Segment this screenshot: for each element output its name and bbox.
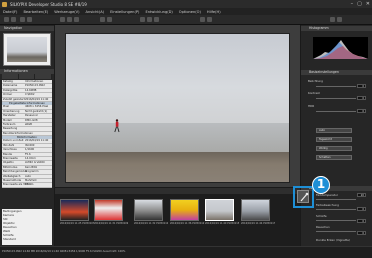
thumbnail-caption: 2016/04/19 11:25 P1050107.RW2	[60, 222, 94, 225]
info-tabs	[2, 74, 53, 79]
maximize-button[interactable]: ▢	[357, 1, 362, 7]
open-icon[interactable]	[4, 17, 9, 22]
slider-value[interactable]: 0	[357, 219, 366, 223]
menu-develop[interactable]: Entwicklung(D)	[145, 10, 172, 14]
thumbnail-selected[interactable]	[205, 199, 234, 221]
slider-label: Farbabweichung	[316, 203, 339, 207]
list-item[interactable]: Standard	[2, 237, 52, 241]
menu-view[interactable]: Ansicht(A)	[86, 10, 105, 14]
single-view-icon[interactable]	[60, 17, 65, 22]
grid-view-icon[interactable]	[67, 17, 72, 22]
thumbnail-caption: 2016/04/19 11:32 P1050110.RW2	[134, 222, 168, 225]
hdr-label: HDR	[308, 104, 315, 108]
info-table: Katalog Informationen Dateiname P1050115.R…	[2, 80, 52, 188]
menu-settings[interactable]: Einstellungen(P)	[110, 10, 139, 14]
slider[interactable]	[316, 231, 356, 232]
status-bar: P1050115.RW2 14.60 MB 2016/04/19 11:40 4…	[0, 246, 372, 258]
slider-value[interactable]: 0	[357, 231, 366, 235]
compare-view-icon[interactable]	[74, 17, 79, 22]
slider-value[interactable]: 0	[357, 207, 366, 211]
thumbnail-caption: 2016/04/19 11:44 P1050117.RW2	[241, 222, 275, 225]
minimize-button[interactable]: –	[351, 1, 354, 7]
parameter-list: Bedingungen Kamera Stil Objektiv Rausche…	[2, 209, 52, 245]
rotate-right-icon[interactable]	[107, 17, 112, 22]
exposure-label: Belichtung	[308, 79, 323, 83]
navigator-thumbnail[interactable]	[3, 33, 51, 66]
thumbnail[interactable]	[170, 199, 199, 221]
export-icon[interactable]	[207, 17, 212, 22]
redo-icon[interactable]	[27, 17, 32, 22]
panel-toggle-icon[interactable]	[330, 17, 335, 22]
navigator-header[interactable]: Navigation	[0, 26, 54, 31]
menu-edit[interactable]: Bearbeiten(E)	[23, 10, 48, 14]
rotate-left-icon[interactable]	[100, 17, 105, 22]
thumbnail[interactable]	[134, 199, 163, 221]
tab-info-2[interactable]	[18, 74, 36, 79]
slider[interactable]	[316, 209, 356, 210]
menu-bar: Datei(F) Bearbeiten(E) Werkzeuge(V) Ansi…	[0, 8, 372, 15]
vignette-checkbox[interactable]: Dunkle Ecken (Vignette)	[316, 238, 350, 242]
slider[interactable]	[316, 199, 356, 200]
menu-options[interactable]: Optionen(O)	[179, 10, 201, 14]
toolbar	[0, 15, 372, 25]
contrast-value[interactable]: 0	[357, 96, 366, 100]
save-icon[interactable]	[11, 17, 16, 22]
preset-button-cloudy[interactable]: Wolkig	[316, 146, 352, 151]
menu-file[interactable]: Datei(F)	[3, 10, 17, 14]
preset-button-shade[interactable]: Schatten	[316, 155, 352, 160]
tab-info-3[interactable]	[35, 74, 53, 79]
thumbnail-caption: 2016/04/19 11:36 P1050112.RW2	[170, 222, 204, 225]
contrast-slider[interactable]	[316, 98, 356, 99]
tab-info-1[interactable]	[2, 74, 19, 79]
slider-value[interactable]: 20	[357, 193, 366, 197]
eyedropper-button[interactable]	[297, 190, 309, 203]
contrast-label: Kontrast	[308, 91, 320, 95]
menu-help[interactable]: Hilfe(H)	[207, 10, 221, 14]
thumbnail[interactable]	[60, 199, 89, 221]
status-text: P1050115.RW2 14.60 MB 2016/04/19 11:40 4…	[2, 250, 126, 253]
thumbnail-caption: 2016/04/19 11:40 P1050115.RW2	[205, 222, 239, 225]
exposure-slider[interactable]	[316, 86, 356, 87]
develop-icon[interactable]	[200, 17, 205, 22]
thumbnail[interactable]	[241, 199, 270, 221]
hdr-value[interactable]: 0	[357, 109, 366, 113]
table-row: Brennweite als 35mm 28mm	[2, 183, 52, 188]
slider-label: Schärfe	[316, 214, 327, 218]
zoom-icon[interactable]	[140, 17, 145, 22]
title-bar: SILKYPIX Developer Studio 8 SE #8/19 – ▢…	[0, 0, 372, 8]
straighten-icon[interactable]	[154, 17, 159, 22]
crop-icon[interactable]	[147, 17, 152, 22]
preset-button-daylight[interactable]: Tageslicht	[316, 137, 352, 142]
histogram-header[interactable]: Histogramm	[301, 26, 372, 31]
hdr-slider[interactable]	[316, 111, 356, 112]
person-figure	[114, 119, 120, 133]
slider-label: Rauschen	[316, 225, 330, 229]
histogram	[313, 37, 368, 59]
exposure-value[interactable]: 0	[357, 84, 366, 88]
thumbnail[interactable]	[94, 199, 123, 221]
thumbnail-caption: 2016/04/19 11:31 P1050109.RW2	[94, 222, 128, 225]
fullscreen-icon[interactable]	[337, 17, 342, 22]
slider[interactable]	[316, 220, 356, 221]
callout-number: 1	[312, 176, 330, 194]
undo-icon[interactable]	[20, 17, 25, 22]
preset-button-auto[interactable]: Auto	[316, 128, 352, 133]
basic-settings-header[interactable]: Basiseinstellungen	[301, 70, 372, 75]
app-icon	[2, 1, 7, 7]
close-button[interactable]: ✕	[366, 1, 370, 7]
main-photo[interactable]	[65, 33, 290, 183]
window-title: SILKYPIX Developer Studio 8 SE #8/19	[10, 1, 87, 7]
menu-tools[interactable]: Werkzeuge(V)	[54, 10, 79, 14]
